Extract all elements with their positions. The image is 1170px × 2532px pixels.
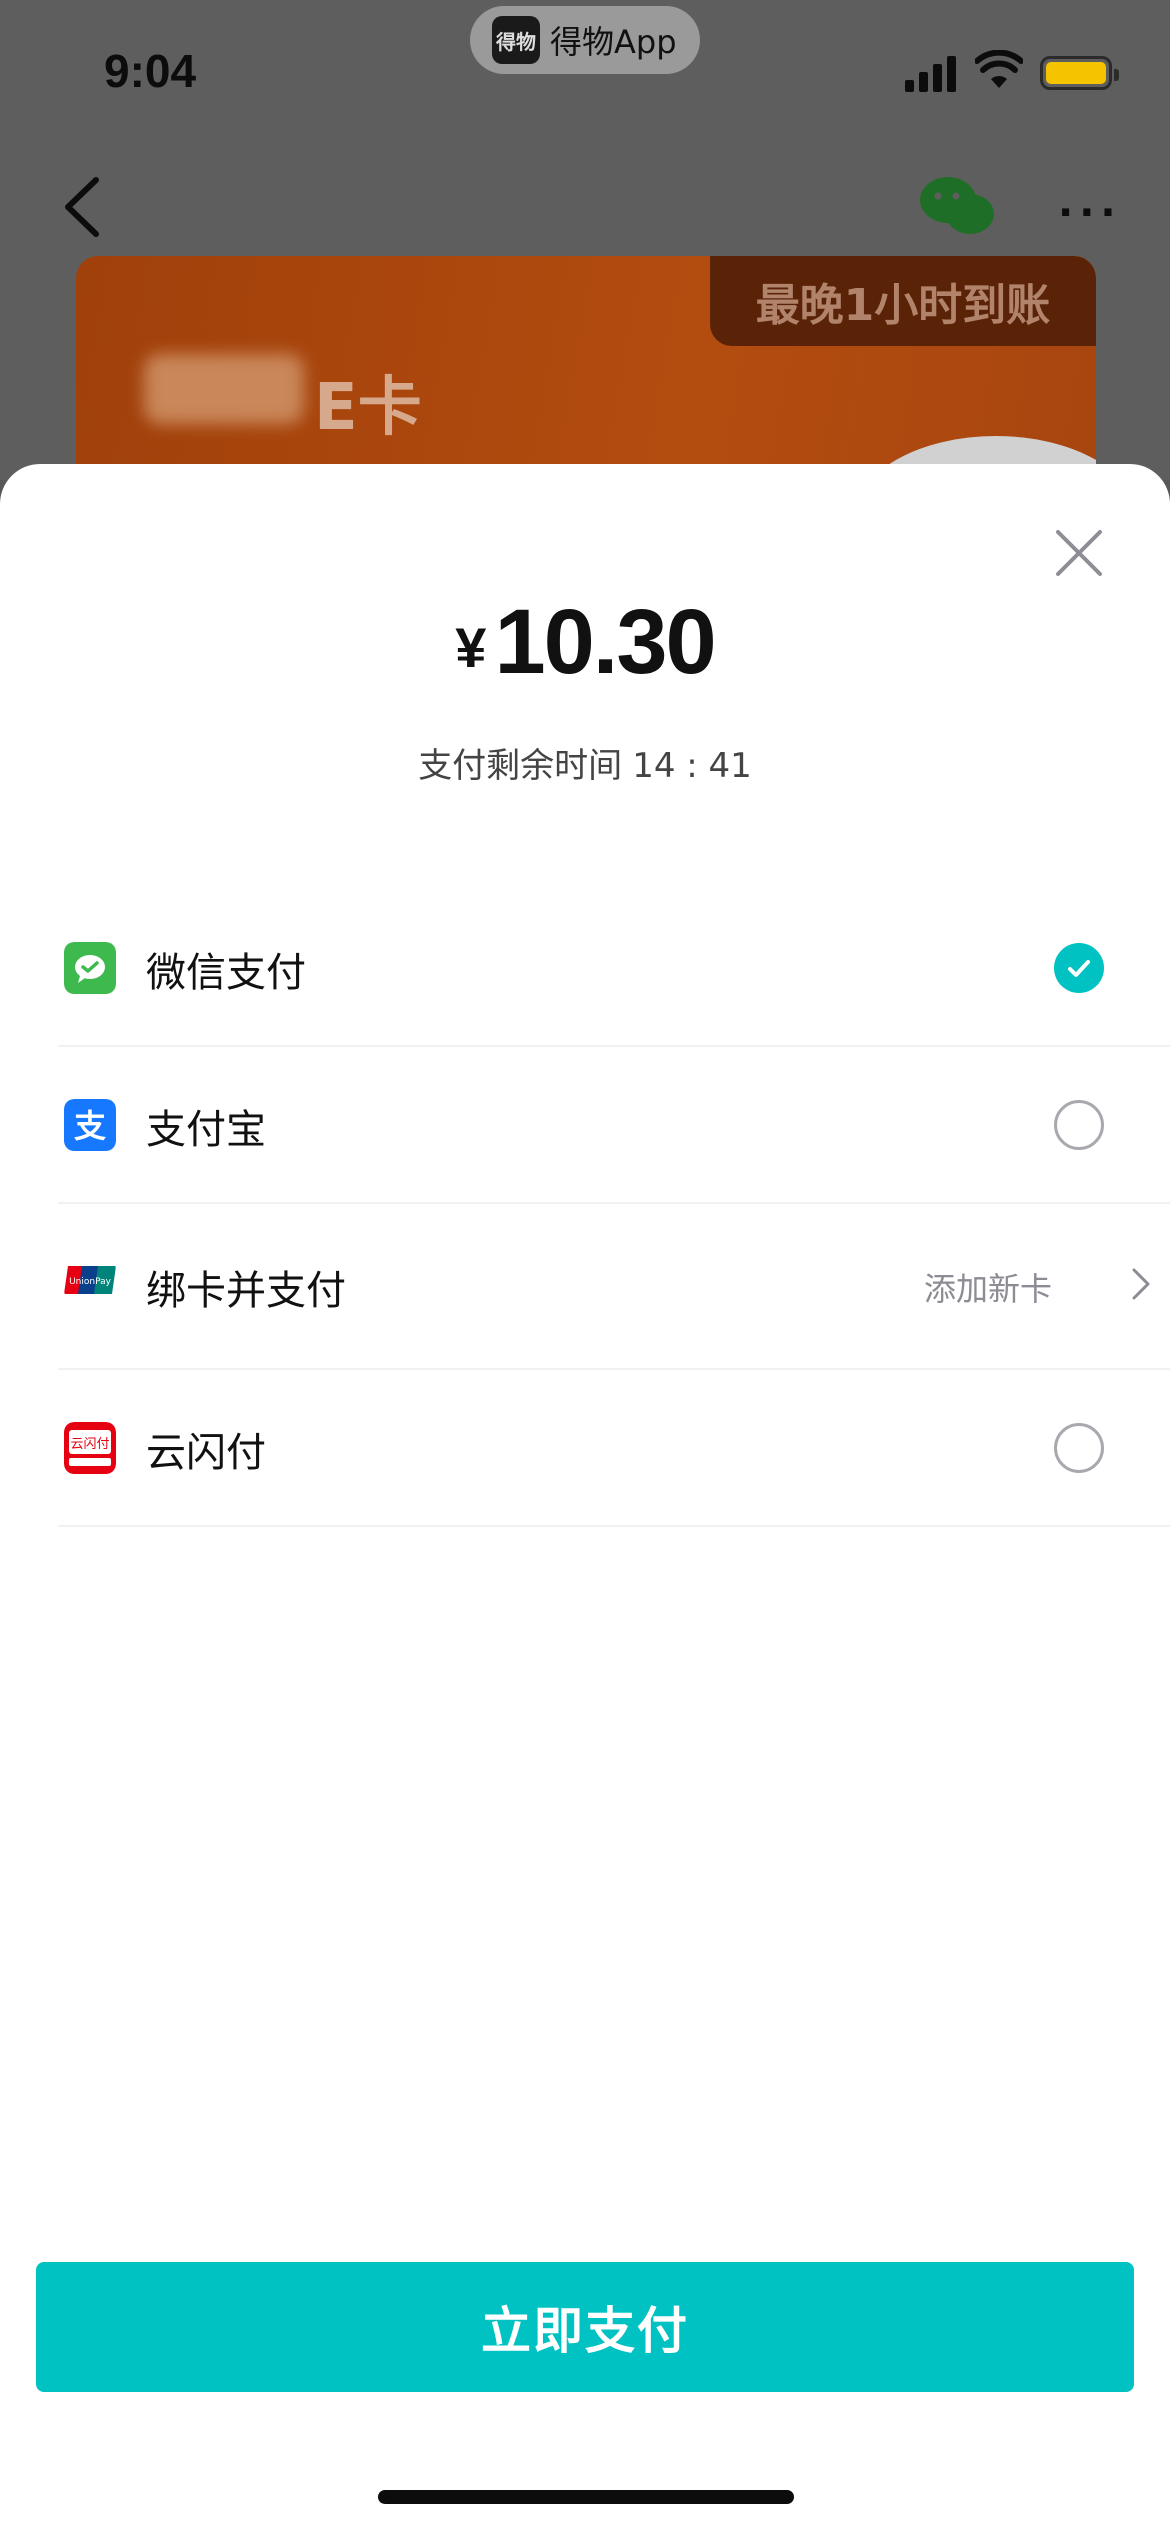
status-time: 9:04 [104, 45, 197, 97]
radio-selected[interactable] [1054, 943, 1104, 993]
cellular-signal-icon [905, 56, 959, 92]
island-app-name: 得物App [550, 23, 677, 61]
method-label: 支付宝 [146, 1107, 266, 1153]
alipay-icon: 支 [64, 1099, 116, 1151]
blurred-brand-text [144, 354, 304, 424]
method-label: 云闪付 [146, 1430, 266, 1476]
countdown-value: 14 : 41 [632, 746, 752, 786]
currency-symbol: ¥ [455, 616, 487, 679]
wechat-pay-icon [64, 942, 116, 994]
payment-method-bind-card[interactable]: UnionPay 绑卡并支付 添加新卡 [58, 1204, 1170, 1370]
payment-methods-list: 微信支付 支 支付宝 UnionPay 绑卡并支付 添加新卡 云闪付 云闪付 [58, 890, 1170, 1527]
svg-text:UnionPay: UnionPay [69, 1277, 112, 1287]
quickpass-icon: 云闪付 [64, 1422, 116, 1474]
svg-text:云闪付: 云闪付 [70, 1437, 109, 1452]
add-new-card-link[interactable]: 添加新卡 [924, 1264, 1052, 1310]
back-icon[interactable] [60, 172, 108, 242]
radio-unselected[interactable] [1054, 1100, 1104, 1150]
amount-value: 10.30 [494, 591, 716, 693]
more-icon[interactable]: ··· [1058, 190, 1122, 236]
wifi-icon [975, 50, 1023, 88]
countdown-label: 支付剩余时间 [418, 746, 623, 786]
background-page: 9:04 得物 得物App ··· 最晚1小时到账 E卡 [0, 0, 1170, 516]
close-icon[interactable] [1054, 528, 1104, 578]
battery-icon [1040, 56, 1119, 90]
payment-method-quickpass[interactable]: 云闪付 云闪付 [58, 1370, 1170, 1527]
wechat-share-icon[interactable] [918, 172, 998, 242]
app-logo-icon: 得物 [492, 16, 540, 64]
radio-unselected[interactable] [1054, 1423, 1104, 1473]
svg-text:支: 支 [74, 1107, 106, 1145]
e-card-title: E卡 [314, 371, 422, 445]
unionpay-icon: UnionPay [64, 1266, 116, 1294]
dynamic-island: 得物 得物App [470, 6, 700, 74]
method-label: 微信支付 [146, 950, 306, 996]
payment-countdown: 支付剩余时间 14 : 41 [0, 738, 1170, 787]
check-icon [1068, 960, 1090, 977]
chevron-right-icon [1132, 1268, 1150, 1300]
method-label: 绑卡并支付 [146, 1268, 346, 1314]
payment-method-wechat[interactable]: 微信支付 [58, 890, 1170, 1047]
home-indicator[interactable] [378, 2490, 794, 2504]
pay-now-button[interactable]: 立即支付 [36, 2262, 1134, 2392]
payment-amount: ¥10.30 [0, 590, 1170, 695]
payment-method-alipay[interactable]: 支 支付宝 [58, 1047, 1170, 1204]
arrival-tag: 最晚1小时到账 [710, 256, 1096, 346]
